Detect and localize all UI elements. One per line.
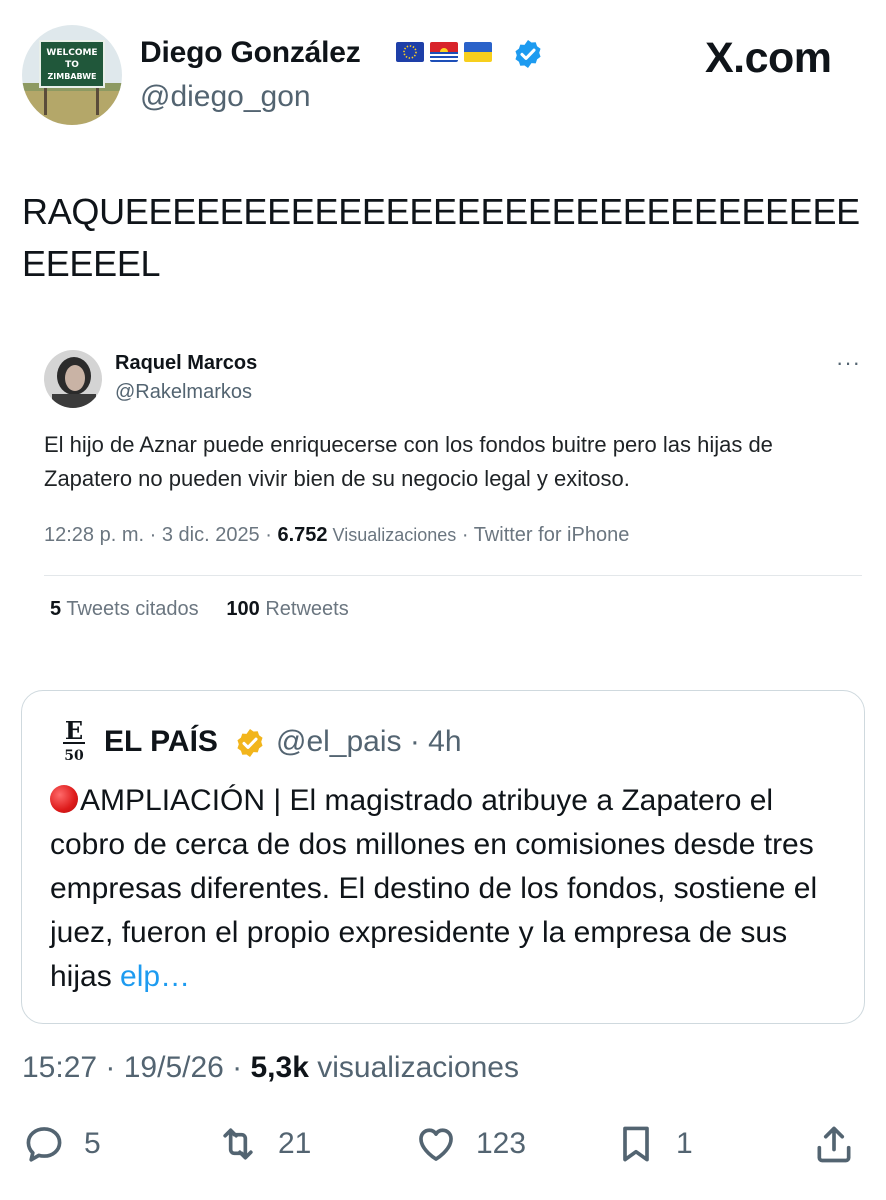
author-avatar[interactable]: WELCOME TO ZIMBABWE	[22, 25, 122, 125]
logo-letter: E	[65, 717, 83, 745]
divider	[44, 575, 862, 576]
bookmark-icon	[623, 1126, 649, 1162]
repost-button[interactable]: 21	[216, 1122, 311, 1166]
more-options-icon: ···	[836, 350, 861, 375]
embedded-avatar	[44, 350, 102, 408]
quotes-label: Tweets citados	[66, 598, 199, 620]
tweet-meta: 15:27 · 19/5/26 · 5,3k visualizaciones	[22, 1051, 519, 1085]
like-button[interactable]: 123	[414, 1122, 526, 1166]
avatar-sign-line-2: TO	[65, 60, 79, 70]
retweets-label: Retweets	[265, 598, 349, 620]
share-icon	[817, 1126, 851, 1163]
embedded-tweet-text: El hijo de Aznar puede enriquecerse con …	[44, 432, 773, 491]
x-com-logo: X.com	[705, 34, 832, 82]
quoted-author-name[interactable]: EL PAÍS	[104, 725, 218, 759]
avatar-sign-line-1: WELCOME	[46, 48, 97, 58]
el-pais-logo-icon: E 50	[63, 717, 85, 763]
avatar-sign-line-3: ZIMBABWE	[48, 72, 97, 81]
reply-count: 5	[84, 1127, 101, 1160]
quoted-tweet-card[interactable]: E 50 EL PAÍS @el_pais · 4h AMPLIACIÓN | …	[21, 690, 865, 1024]
embedded-time: 12:28 p. m. · 3 dic. 2025 ·	[44, 524, 278, 546]
retweets-count: 100	[226, 598, 260, 620]
kiribati-flag-icon	[430, 42, 458, 62]
share-button[interactable]	[812, 1122, 856, 1166]
bookmark-button[interactable]: 1	[614, 1122, 693, 1166]
logo-number: 50	[64, 748, 84, 763]
embedded-author-handle: @Rakelmarkos	[115, 381, 253, 403]
embedded-source: · Twitter for iPhone	[456, 524, 630, 546]
embedded-views-count: 6.752	[277, 524, 328, 546]
flag-emojis	[396, 42, 492, 62]
heart-icon	[419, 1128, 453, 1161]
red-circle-icon	[50, 785, 78, 813]
quoted-tweet-text: AMPLIACIÓN | El magistrado atribuye a Za…	[50, 779, 850, 999]
quoted-author-handle[interactable]: @el_pais · 4h	[276, 725, 462, 759]
repost-count: 21	[278, 1127, 312, 1160]
embedded-views-label: Visualizaciones	[327, 525, 457, 545]
author-handle[interactable]: @diego_gon	[140, 80, 311, 114]
embedded-author-name: Raquel Marcos	[115, 352, 258, 374]
like-count: 123	[476, 1127, 527, 1160]
tweet-views-label: visualizaciones	[308, 1051, 519, 1084]
tweet-time[interactable]: 15:27 · 19/5/26 ·	[22, 1051, 251, 1084]
repost-icon	[223, 1128, 253, 1160]
reply-button[interactable]: 5	[22, 1122, 101, 1166]
author-name[interactable]: Diego González	[140, 36, 361, 70]
gold-verified-badge-icon	[237, 729, 263, 757]
eu-flag-icon	[396, 42, 424, 62]
tweet-views-count: 5,3k	[250, 1051, 309, 1084]
quoted-link[interactable]: elp…	[120, 960, 190, 993]
tweet-text: RAQUEEEEEEEEEEEEEEEEEEEEEEEEEEEEEEEEEEEE…	[22, 191, 860, 284]
embedded-tweet-meta: 12:28 p. m. · 3 dic. 2025 · 6.752 Visual…	[44, 524, 629, 547]
bookmark-count: 1	[676, 1127, 693, 1160]
embedded-avatar-image	[44, 350, 102, 408]
quotes-count: 5	[50, 598, 62, 620]
ukraine-flag-icon	[464, 42, 492, 62]
verified-badge-icon	[515, 40, 541, 68]
embedded-tweet-stats: 5 Tweets citados 100 Retweets	[50, 598, 349, 621]
reply-icon	[26, 1127, 62, 1162]
avatar-image: WELCOME TO ZIMBABWE	[22, 25, 122, 125]
